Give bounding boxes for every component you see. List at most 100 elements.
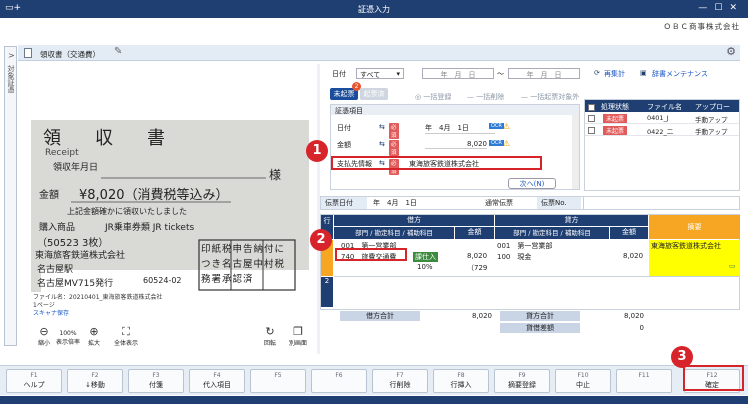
zoom-out-icon: ⊖ <box>39 325 49 338</box>
chevron-down-icon: ▾ <box>396 70 400 78</box>
recalc-link[interactable]: 再集計 <box>604 69 625 79</box>
scan-save-link[interactable]: スキャナ保存 <box>33 308 69 317</box>
receipt-amount: ¥8,020（消費税等込み） <box>79 188 229 203</box>
warning-icon: ⚠ <box>503 122 511 131</box>
file-name-cell: 0401_J <box>647 114 669 122</box>
form-amount-row: 金額 ⇆ 必須 8,020 OCR ⚠ <box>337 139 511 156</box>
bulk-delete-link[interactable]: — 一括削除 <box>467 92 504 102</box>
zoom-out-button[interactable]: ⊖ 縮小 <box>32 325 56 348</box>
row-divider <box>334 276 740 277</box>
company-name: ＯＢＣ商事株式会社 <box>663 22 740 31</box>
list-item[interactable]: 未起票 0422_二 手動アップ <box>585 125 739 136</box>
receipt-issuer: 東海旅客鉄道株式会社 <box>35 251 126 261</box>
callout-3: 3 <box>671 346 693 368</box>
credit-dept[interactable]: 001 第一営業部 <box>497 241 552 251</box>
date-from-input[interactable]: 年 月 日 <box>422 68 494 79</box>
zoom-in-icon: ⊕ <box>89 325 99 338</box>
warning-icon: ⚠ <box>503 139 511 148</box>
upload-cell: 手動アップ <box>695 128 728 136</box>
totals-area: 借方合計 8,020 貸方合計 8,020 貸借差額 0 <box>340 311 646 335</box>
f6-button[interactable]: F6 <box>311 369 367 393</box>
voucher-no-input[interactable] <box>583 197 643 209</box>
credit-header: 貸方 <box>495 215 648 226</box>
row-checkbox[interactable] <box>588 115 595 122</box>
date-range-select[interactable]: すべて ▾ <box>356 68 404 79</box>
sync-icon: ⇆ <box>379 123 385 131</box>
new-window-button[interactable]: ❐ 別画面 <box>286 325 310 348</box>
difference-value: 0 <box>639 324 644 332</box>
f2-move-button[interactable]: F2 ↓移動 <box>67 369 123 393</box>
payee-highlight <box>331 156 542 170</box>
f10-cancel-button[interactable]: F10 中止 <box>555 369 611 393</box>
bulk-exclude-link[interactable]: — 一括起票対象外 <box>521 92 579 102</box>
account-highlight <box>335 248 407 261</box>
receipt-to: 様 <box>269 168 282 182</box>
voucher-header: 伝票日付 年 4月 1日 通常伝票 伝票No. <box>320 196 740 210</box>
zoom-level: 100% 表示倍率 <box>56 330 81 346</box>
form-header: 証憑項目 <box>331 105 579 115</box>
form-date-input[interactable]: 年 4月 1日 <box>425 123 495 134</box>
receipt-serial: 60524-02 <box>143 276 182 285</box>
summary-cell[interactable]: 東海旅客鉄道株式会社 ▭ <box>649 240 740 276</box>
receipt-amount-label: 金額 <box>39 190 59 201</box>
callout-2: 2 <box>310 229 332 251</box>
voucher-type[interactable]: 通常伝票 <box>481 197 521 209</box>
document-title: 領収書（交通費） <box>40 50 100 59</box>
recalc-icon: ⟳ <box>594 69 600 77</box>
f7-delete-row-button[interactable]: F7 行削除 <box>372 369 428 393</box>
confirm-highlight <box>683 365 744 391</box>
f5-button[interactable]: F5 <box>250 369 306 393</box>
form-amount-input[interactable]: 8,020 <box>425 140 487 149</box>
fit-button[interactable]: ⛶ 全体表示 <box>114 326 138 348</box>
f1-help-button[interactable]: F1 ヘルプ <box>6 369 62 393</box>
side-panel-tab[interactable]: > 対象証憑 <box>4 46 17 346</box>
sync-icon: ⇆ <box>379 140 385 148</box>
f8-insert-row-button[interactable]: F8 行挿入 <box>433 369 489 393</box>
status-badge: 未起票 <box>603 114 628 123</box>
f11-button[interactable]: F11 <box>616 369 672 393</box>
tax-stamp: 印紙税申告納付につき名古屋中村税務署承認済 <box>201 244 286 285</box>
file-name-cell: 0422_二 <box>647 128 674 136</box>
rotate-button[interactable]: ↻ 回転 <box>258 325 282 348</box>
window-icon: ❐ <box>293 325 303 338</box>
next-button[interactable]: 次へ(N) <box>508 178 556 189</box>
credit-account[interactable]: 100 現金 <box>497 252 531 262</box>
pen-icon[interactable]: ✎ <box>114 46 122 57</box>
form-scrollbar[interactable] <box>572 115 579 189</box>
receipt-issue-no: 名古屋MV715発行 <box>37 279 114 289</box>
receipt-image[interactable]: 領 収 書 Receipt 領収年月日 様 金額 ¥8,020（消費税等込み） … <box>31 120 309 292</box>
voucher-date-label: 伝票日付 <box>321 197 367 209</box>
gear-icon[interactable]: ⚙ <box>726 45 736 58</box>
rotate-icon: ↻ <box>265 325 275 338</box>
chevron-right-icon[interactable]: > <box>8 51 15 60</box>
voucher-date-input[interactable]: 年 4月 1日 <box>369 197 439 209</box>
credit-total-label: 貸方合計 <box>500 311 580 321</box>
document-list: 処理状態 ファイル名 アップロー 未起票 0401_J 手動アップ 未起票 04… <box>584 99 740 191</box>
date-filter-label: 日付 <box>332 70 346 78</box>
tax-category[interactable]: 課仕入 <box>413 252 438 262</box>
f9-summary-button[interactable]: F9 摘要登録 <box>494 369 550 393</box>
window-controls[interactable]: —☐✕ <box>698 3 744 13</box>
date-to-input[interactable]: 年 月 日 <box>508 68 580 79</box>
col-status: 処理状態 <box>601 103 629 111</box>
row-number[interactable]: 2 <box>321 277 333 307</box>
ocr-badge: OCR <box>489 123 504 129</box>
list-header: 処理状態 ファイル名 アップロー <box>585 100 739 112</box>
debit-amount[interactable]: 8,020 <box>467 252 487 260</box>
f3-sticky-button[interactable]: F3 付箋 <box>128 369 184 393</box>
zoom-in-button[interactable]: ⊕ 拡大 <box>82 325 106 348</box>
debit-tax-amount: （729 <box>467 264 488 272</box>
status-bar <box>0 396 748 404</box>
bulk-register-link[interactable]: ◎ 一括登録 <box>415 92 451 102</box>
list-item[interactable]: 未起票 0401_J 手動アップ <box>585 113 739 124</box>
side-tab-label: 対象証憑 <box>7 65 15 93</box>
debit-amount-subheader: 金額 <box>455 227 494 239</box>
tab-recorded[interactable]: 起票済 <box>360 88 388 100</box>
row-checkbox[interactable] <box>588 127 595 134</box>
comment-icon[interactable]: ▭ <box>729 262 736 270</box>
tax-rate: 10% <box>417 263 433 271</box>
credit-amount[interactable]: 8,020 <box>623 252 643 260</box>
dictionary-link[interactable]: 辞書メンテナンス <box>652 69 708 79</box>
debit-account-subheader: 部門 / 勘定科目 / 補助科目 <box>334 227 454 239</box>
f4-substitute-button[interactable]: F4 代入項目 <box>189 369 245 393</box>
